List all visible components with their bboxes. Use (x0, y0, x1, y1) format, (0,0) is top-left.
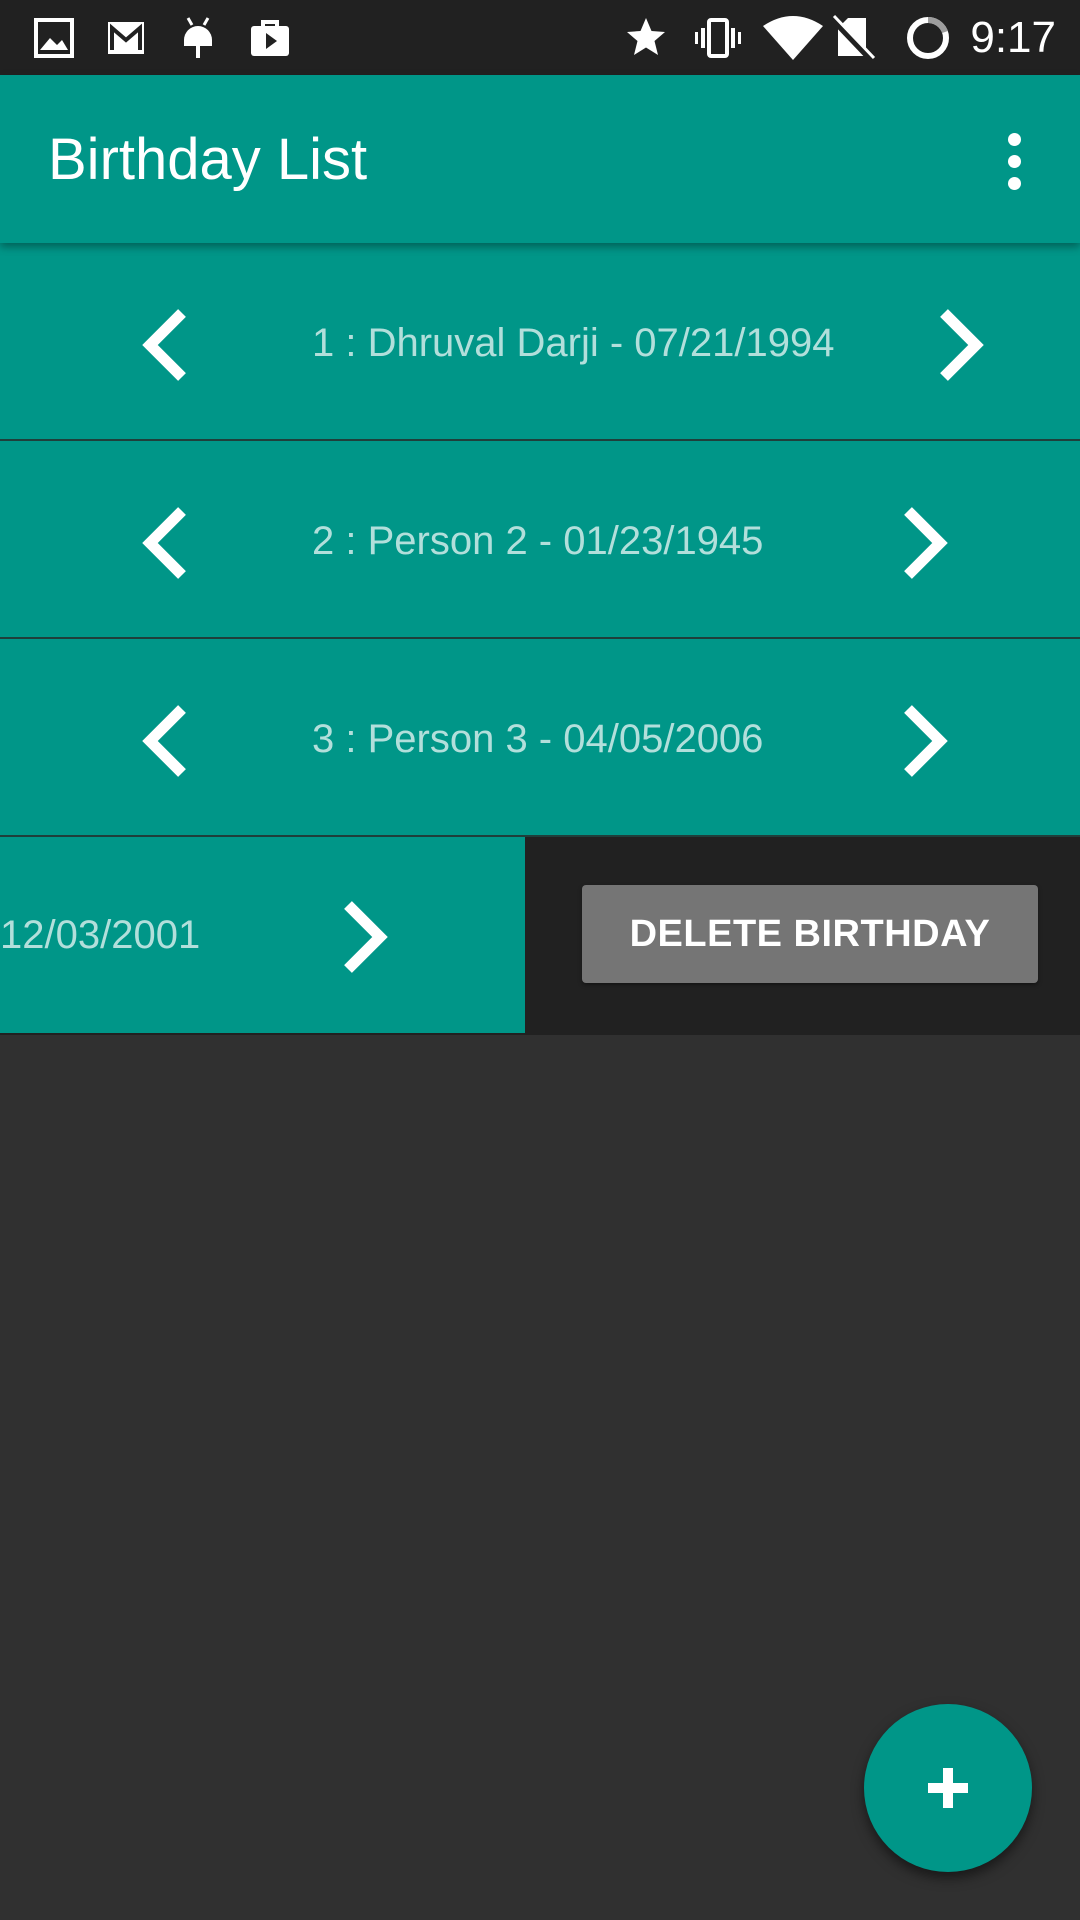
android-icon (184, 17, 212, 58)
list-item[interactable]: 2 : Person 2 - 01/23/1945 (0, 441, 1080, 639)
swiped-list-item[interactable]: 12/03/2001 DELETE BIRTHDAY (0, 837, 1080, 1035)
wifi-icon (763, 16, 823, 60)
image-icon (34, 18, 74, 58)
play-store-icon (251, 20, 289, 56)
gmail-icon (108, 22, 144, 54)
app-bar: Birthday List (0, 75, 1080, 243)
chevron-left-icon[interactable] (136, 505, 196, 581)
chevron-left-icon[interactable] (136, 703, 196, 779)
birthday-list: 1 : Dhruval Darji - 07/21/1994 2 : Perso… (0, 243, 1080, 1035)
list-item[interactable]: 1 : Dhruval Darji - 07/21/1994 (0, 243, 1080, 441)
birthday-label: 1 : Dhruval Darji - 07/21/1994 (312, 321, 835, 365)
page-title: Birthday List (48, 127, 368, 192)
chevron-right-icon[interactable] (334, 899, 394, 975)
chevron-left-icon[interactable] (136, 307, 196, 383)
birthday-label: 3 : Person 3 - 04/05/2006 (312, 717, 764, 761)
add-birthday-button[interactable] (864, 1704, 1032, 1872)
no-sim-icon (829, 14, 876, 62)
battery-icon (907, 16, 949, 59)
add-icon (928, 1768, 968, 1808)
chevron-right-icon[interactable] (894, 505, 954, 581)
vibrate-icon (695, 18, 741, 58)
swiped-item-content[interactable]: 12/03/2001 (0, 837, 525, 1033)
chevron-right-icon[interactable] (894, 703, 954, 779)
delete-birthday-button[interactable]: DELETE BIRTHDAY (582, 885, 1038, 983)
star-icon (627, 18, 665, 55)
more-vert-icon[interactable] (978, 125, 1050, 197)
chevron-right-icon[interactable] (930, 307, 990, 383)
birthday-label: 2 : Person 2 - 01/23/1945 (312, 519, 764, 563)
list-item[interactable]: 3 : Person 3 - 04/05/2006 (0, 639, 1080, 837)
birthday-label: 12/03/2001 (0, 913, 201, 957)
status-bar: 9:17 (0, 0, 1080, 75)
clock: 9:17 (970, 13, 1056, 62)
